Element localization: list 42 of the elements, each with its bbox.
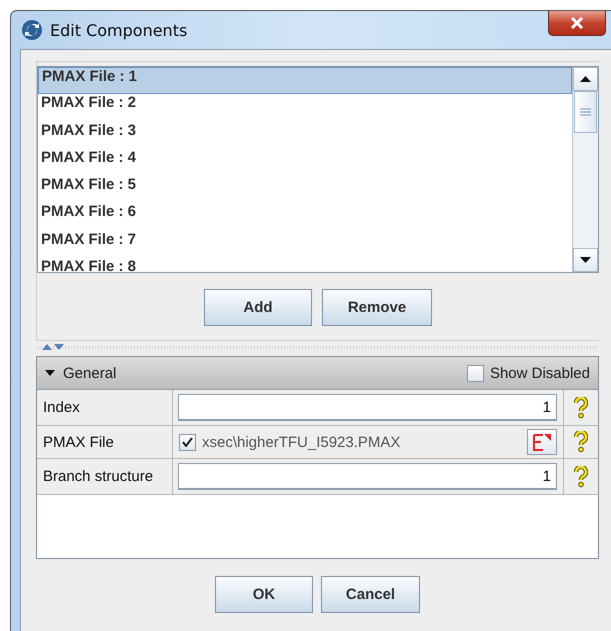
list-item[interactable]: PMAX File : 1 [38,67,572,94]
help-icon[interactable] [574,431,588,453]
section-title: General [63,364,118,382]
app-icon [21,19,43,41]
edit-icon [532,433,552,451]
property-label: Branch structure [37,459,173,494]
list-item[interactable]: PMAX File : 4 [38,148,572,176]
edit-file-button[interactable] [527,429,557,455]
down-arrow-icon [580,257,591,263]
scroll-up-button[interactable] [573,67,598,91]
scroll-thumb[interactable] [574,91,597,133]
check-icon [182,437,193,447]
ok-button[interactable]: OK [215,576,313,613]
list-item[interactable]: PMAX File : 5 [38,176,572,204]
checkbox[interactable] [179,434,196,450]
window-title: Edit Components [50,20,188,40]
list-item[interactable]: PMAX File : 2 [38,94,572,122]
remove-button[interactable]: Remove [322,289,432,326]
help-icon[interactable] [574,466,588,488]
add-button[interactable]: Add [204,289,312,326]
list-item[interactable]: PMAX File : 8 [38,258,572,272]
list-item[interactable]: PMAX File : 6 [38,203,572,231]
section-header[interactable]: General Show Disabled [37,357,598,390]
collapse-down-icon[interactable] [54,344,64,350]
up-arrow-icon [580,76,591,82]
list-item[interactable]: PMAX File : 7 [38,230,572,258]
file-path: xsec\higherTFU_I5923.PMAX [202,434,402,450]
property-label: PMAX File [37,426,173,458]
help-icon[interactable] [574,396,588,418]
input-field[interactable]: 1 [178,394,557,421]
property-label: Index [37,390,173,425]
expand-up-icon[interactable] [42,344,52,350]
scroll-down-button[interactable] [573,248,598,272]
scrollbar[interactable] [572,67,598,272]
close-icon [570,17,584,29]
list-item[interactable]: PMAX File : 3 [38,122,572,149]
close-button[interactable] [548,11,606,36]
cancel-button[interactable]: Cancel [321,576,420,613]
checkbox[interactable] [466,364,484,382]
checkbox-label: Show Disabled [490,364,590,382]
grip-icon [580,108,591,116]
input-field[interactable]: 1 [178,463,557,490]
